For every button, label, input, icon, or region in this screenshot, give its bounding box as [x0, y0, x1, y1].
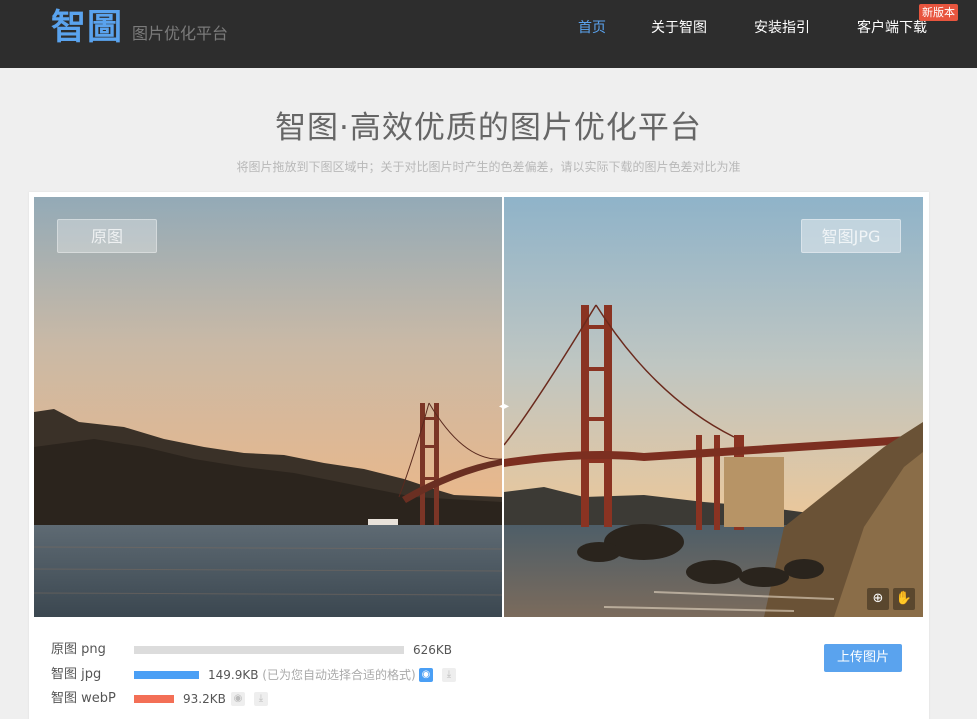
optimized-photo-bridge [504, 197, 923, 617]
nav-about[interactable]: 关于智图 [651, 18, 707, 38]
page-subtitle: 将图片拖放到下图区域中；关于对比图片时产生的色差偏差，请以实际下载的图片色差对比… [236, 160, 741, 174]
nav-client-download[interactable]: 客户端下载 [857, 18, 927, 38]
page-title: 智图·高效优质的图片优化平台 [275, 110, 702, 146]
image-compare-area[interactable]: ◂▸ 原图 智图JPG ⊕ ✋ [34, 197, 923, 617]
jpg-format-label: 智图 jpg [51, 667, 102, 682]
webp-format-label: 智图 webP [51, 691, 116, 706]
original-size: 626KB [413, 643, 453, 657]
optimized-image [504, 197, 923, 617]
nav-home[interactable]: 首页 [578, 18, 606, 38]
new-version-badge: 新版本 [919, 4, 958, 21]
webp-size: 93.2KB [183, 692, 226, 706]
upload-image-button[interactable]: 上传图片 [824, 644, 902, 672]
jpg-size-bar [134, 671, 199, 679]
magnifier-plus-icon[interactable]: ⊕ [867, 588, 889, 610]
original-image [34, 197, 502, 617]
logo[interactable]: 智圖 [51, 8, 123, 48]
original-format-label: 原图 png [51, 642, 106, 657]
top-nav-bar: 智圖 图片优化平台 首页 关于智图 安装指引 客户端下载 新版本 [0, 0, 977, 68]
original-size-bar [134, 646, 404, 654]
jpg-size-row: 149.9KB (已为您自动选择合适的格式) [208, 666, 416, 684]
logo-subtitle: 图片优化平台 [132, 24, 229, 43]
jpg-size: 149.9KB [208, 668, 259, 682]
preview-eye-icon-webp[interactable]: ◉ [231, 692, 245, 706]
original-photo-bridge [34, 197, 502, 617]
download-webp-icon[interactable]: ⤓ [254, 692, 268, 706]
nav-install-guide[interactable]: 安装指引 [754, 18, 810, 38]
original-tag: 原图 [57, 219, 157, 253]
download-jpg-icon[interactable]: ⤓ [442, 668, 456, 682]
preview-eye-icon[interactable]: ◉ [419, 668, 433, 682]
compare-handle-icon[interactable]: ◂▸ [497, 400, 511, 414]
auto-format-note: (已为您自动选择合适的格式) [262, 668, 416, 682]
webp-size-bar [134, 695, 174, 703]
optimized-format-tag: 智图JPG [801, 219, 901, 253]
hand-icon[interactable]: ✋ [893, 588, 915, 610]
